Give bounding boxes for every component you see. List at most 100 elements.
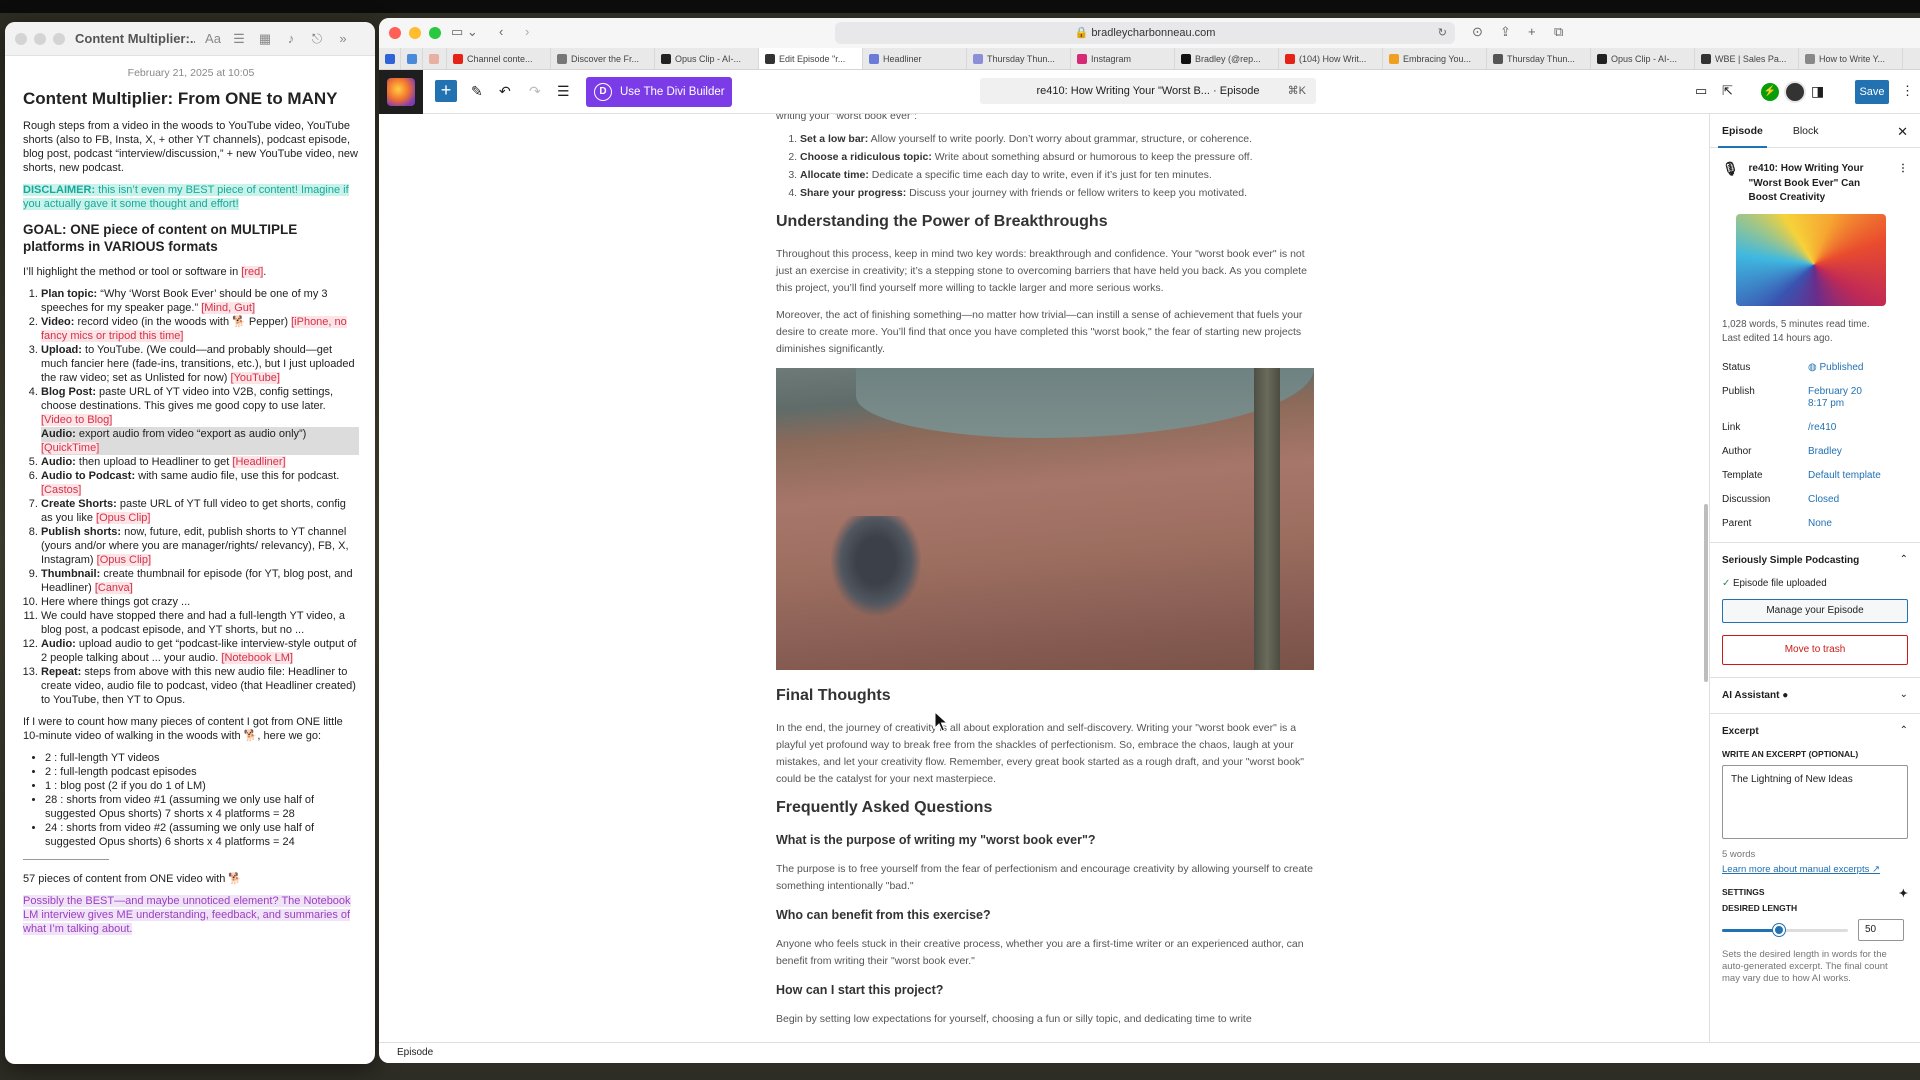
sidebar-toggle-icon[interactable]: ▭ ⌄: [451, 24, 478, 40]
minimize-button[interactable]: [409, 27, 421, 39]
step-item: We could have stopped there and had a fu…: [41, 609, 359, 637]
divi-logo-icon: D: [594, 83, 612, 101]
pinned-tab[interactable]: [379, 48, 401, 69]
move-to-trash-button[interactable]: Move to trash: [1722, 634, 1908, 665]
tab-favicon: [973, 53, 983, 64]
forest-dog-photo[interactable]: [776, 368, 1314, 670]
browser-tab[interactable]: Opus Clip - AI-...: [655, 48, 759, 69]
browser-tab[interactable]: Bradley (@rep...: [1175, 48, 1279, 69]
reload-icon[interactable]: ↻: [1438, 22, 1447, 44]
tab-episode[interactable]: Episode: [1718, 114, 1767, 148]
browser-tab[interactable]: Channel conte...: [447, 48, 551, 69]
site-logo[interactable]: [379, 70, 423, 114]
sidebar-tabs: Episode Block ✕: [1710, 114, 1920, 148]
close-icon[interactable]: ✕: [1897, 124, 1908, 140]
block-breadcrumb[interactable]: Episode: [379, 1042, 1920, 1063]
zoom-button[interactable]: [429, 27, 441, 39]
view-post-icon[interactable]: ⇱: [1722, 83, 1733, 99]
font-format-icon[interactable]: Aa: [205, 31, 221, 46]
desired-length-slider[interactable]: 50: [1722, 918, 1908, 941]
browser-tab[interactable]: How to Write Y...: [1799, 48, 1903, 69]
desired-length-input[interactable]: 50: [1858, 918, 1904, 941]
zoom-button[interactable]: [53, 32, 65, 45]
highlight-text: I’ll highlight the method or tool or sof…: [23, 266, 242, 278]
featured-image[interactable]: [1736, 213, 1886, 306]
audio-icon[interactable]: ♪: [283, 31, 299, 46]
check-circle-icon: ✓: [1722, 577, 1731, 589]
faq-answer: Begin by setting low expectations for yo…: [776, 1013, 1252, 1025]
save-button[interactable]: Save: [1855, 80, 1889, 104]
jetpack-icon[interactable]: ⚡: [1761, 83, 1779, 101]
divi-builder-button[interactable]: D Use The Divi Builder: [586, 77, 732, 107]
back-arrow-icon[interactable]: ‹: [499, 24, 503, 39]
share-icon[interactable]: ⇪: [1500, 24, 1511, 40]
new-tab-icon[interactable]: +: [1528, 24, 1536, 39]
browser-tab[interactable]: Headliner: [863, 48, 967, 69]
parent-value[interactable]: None: [1808, 518, 1908, 530]
browser-tab[interactable]: Instagram: [1071, 48, 1175, 69]
browser-tab[interactable]: WBE | Sales Pa...: [1695, 48, 1799, 69]
pencil-tools-icon[interactable]: ✎: [471, 83, 483, 100]
browser-tab[interactable]: Thursday Thun...: [1487, 48, 1591, 69]
document-overview-icon[interactable]: ☰: [557, 83, 570, 100]
browser-tab[interactable]: Embracing You...: [1383, 48, 1487, 69]
pinned-tab[interactable]: [401, 48, 423, 69]
step-item: Plan topic: “Why ‘Worst Book Ever’ shoul…: [41, 287, 359, 315]
avatar[interactable]: [1784, 81, 1806, 103]
author-value[interactable]: Bradley: [1808, 446, 1908, 458]
link-value[interactable]: /re410: [1808, 422, 1908, 434]
undo-icon[interactable]: ↶: [499, 83, 511, 100]
download-icon[interactable]: ⊙: [1472, 24, 1483, 40]
share-icon[interactable]: ⎋: [309, 31, 325, 47]
more-options-icon[interactable]: ⋮: [1898, 162, 1908, 206]
checklist-icon[interactable]: ☰: [231, 31, 247, 47]
ai-assistant-header[interactable]: AI Assistant ● ⌄: [1710, 676, 1920, 713]
tab-favicon: [1077, 53, 1087, 64]
article-content[interactable]: writing your "worst book ever": Set a lo…: [776, 114, 1314, 1038]
slider-handle[interactable]: [1772, 923, 1785, 936]
manage-episode-button[interactable]: Manage your Episode: [1722, 598, 1908, 623]
close-button[interactable]: [389, 27, 401, 39]
device-preview-icon[interactable]: ▭: [1695, 83, 1707, 99]
divider: [23, 859, 109, 860]
browser-tab[interactable]: (104) How Writ...: [1279, 48, 1383, 69]
excerpt-header[interactable]: Excerpt ⌃: [1710, 712, 1920, 749]
step-item: Audio to Podcast: with same audio file, …: [41, 469, 359, 497]
chevron-down-icon: ⌄: [1899, 688, 1908, 700]
template-row: Template Default template: [1722, 470, 1908, 482]
scrollbar[interactable]: [1704, 504, 1708, 682]
excerpt-textarea[interactable]: The Lightning of New Ideas: [1722, 764, 1908, 839]
tab-favicon: [1805, 53, 1815, 64]
more-chevron-icon[interactable]: »: [335, 31, 351, 46]
browser-tab[interactable]: Discover the Fr...: [551, 48, 655, 69]
browser-tab[interactable]: Opus Clip - AI-...: [1591, 48, 1695, 69]
add-block-button[interactable]: +: [435, 80, 457, 102]
minimize-button[interactable]: [34, 32, 46, 45]
discussion-value[interactable]: Closed: [1808, 494, 1908, 506]
podcast-section-header[interactable]: Seriously Simple Podcasting ⌃: [1710, 541, 1920, 578]
options-menu-icon[interactable]: ⋮: [1901, 83, 1914, 99]
forward-arrow-icon[interactable]: ›: [525, 24, 529, 39]
photo-stream: [856, 368, 1314, 438]
editor-canvas[interactable]: writing your "worst book ever": Set a lo…: [379, 114, 1709, 1042]
learn-more-link[interactable]: Learn more about manual excerpts ↗: [1722, 864, 1908, 875]
pinned-tab[interactable]: [423, 48, 447, 69]
browser-tab-active[interactable]: Edit Episode "r...: [759, 48, 863, 69]
template-value[interactable]: Default template: [1808, 470, 1908, 482]
note-body[interactable]: February 21, 2025 at 10:05 Content Multi…: [5, 56, 375, 936]
command-palette-bar[interactable]: re410: How Writing Your "Worst B... · Ep…: [980, 78, 1316, 104]
address-bar[interactable]: 🔒 bradleycharbonneau.com ↻: [835, 22, 1455, 44]
browser-tab[interactable]: Thursday Thun...: [967, 48, 1071, 69]
sparkle-icon[interactable]: ✦: [1899, 887, 1908, 900]
status-value[interactable]: ◍ Published: [1808, 362, 1908, 374]
close-button[interactable]: [15, 32, 27, 45]
tab-overview-icon[interactable]: ⧉: [1554, 24, 1563, 40]
tab-bar: Channel conte... Discover the Fr... Opus…: [379, 48, 1920, 70]
publish-date[interactable]: February 20 8:17 pm: [1808, 386, 1868, 410]
document-title: re410: How Writing Your "Worst B... · Ep…: [1036, 85, 1260, 97]
redo-icon[interactable]: ↷: [529, 83, 541, 100]
tab-block[interactable]: Block: [1793, 125, 1819, 137]
table-icon[interactable]: ▦: [257, 31, 273, 47]
heading-breakthroughs: Understanding the Power of Breakthroughs: [776, 213, 1108, 230]
settings-panel-icon[interactable]: ◨: [1811, 83, 1824, 100]
